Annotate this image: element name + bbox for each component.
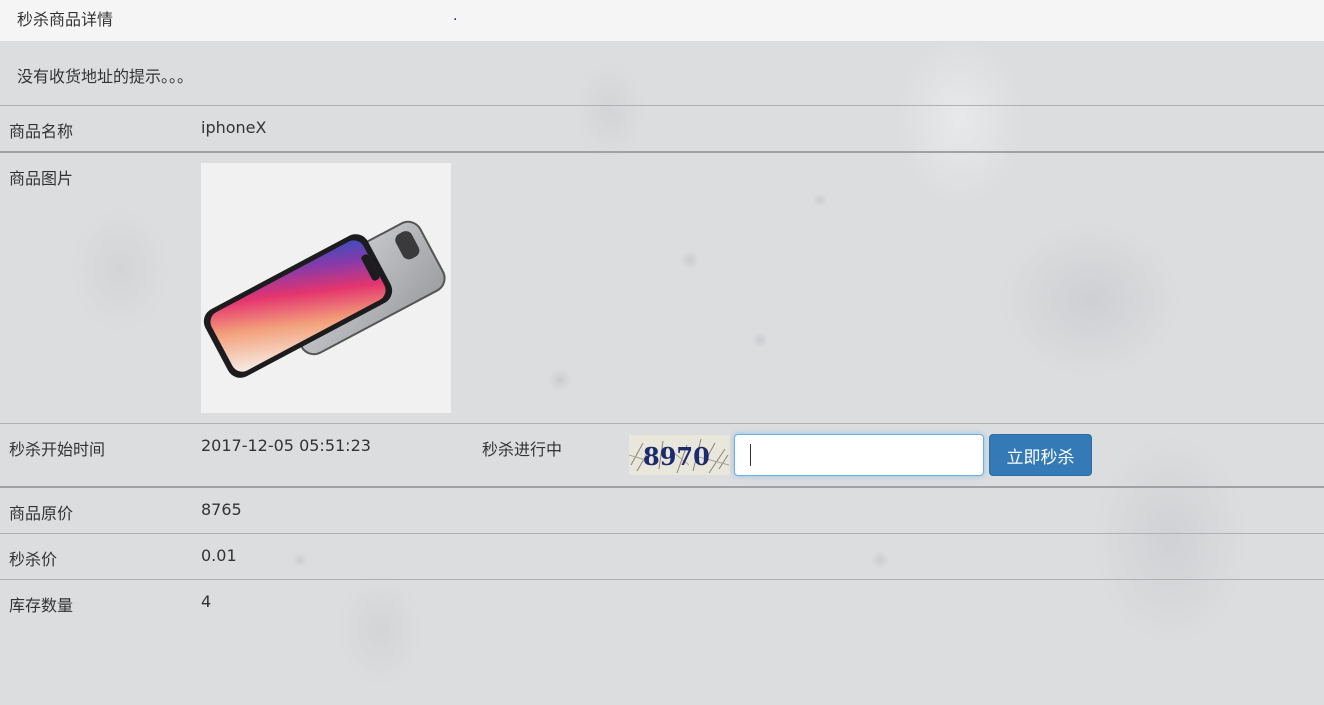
seckill-price-value: 0.01 (201, 546, 237, 565)
row-stock: 库存数量 4 (0, 580, 1324, 625)
goods-image-label: 商品图片 (9, 169, 74, 188)
captcha-text: 8970 (643, 442, 710, 471)
price-label: 商品原价 (9, 504, 74, 523)
page-title: 秒杀商品详情 (17, 10, 114, 29)
seckill-button[interactable]: 立即秒杀 (989, 434, 1092, 476)
row-seckill-price: 秒杀价 0.01 (0, 534, 1324, 579)
seckill-price-label: 秒杀价 (9, 550, 58, 569)
seckill-status: 秒杀进行中 (482, 440, 563, 459)
start-time-value: 2017-12-05 05:51:23 (201, 436, 371, 455)
row-original-price: 商品原价 8765 (0, 488, 1324, 533)
stock-label: 库存数量 (9, 596, 74, 615)
goods-name-label: 商品名称 (9, 122, 74, 141)
captcha-input[interactable] (734, 434, 984, 476)
address-hint: 没有收货地址的提示。。。 (17, 67, 194, 86)
stock-value: 4 (201, 592, 212, 611)
row-goods-name: 商品名称 iphoneX (0, 106, 1324, 152)
heading-dot: . (453, 8, 458, 24)
row-goods-image: 商品图片 (0, 153, 1324, 423)
goods-name-value: iphoneX (201, 118, 267, 137)
start-time-label: 秒杀开始时间 (9, 440, 106, 459)
text-caret (750, 444, 751, 466)
panel-heading: 秒杀商品详情 . (0, 0, 1324, 42)
captcha-image[interactable]: 8970 (629, 435, 730, 475)
iphone-x-product-image (201, 163, 451, 413)
price-value: 8765 (201, 500, 242, 519)
